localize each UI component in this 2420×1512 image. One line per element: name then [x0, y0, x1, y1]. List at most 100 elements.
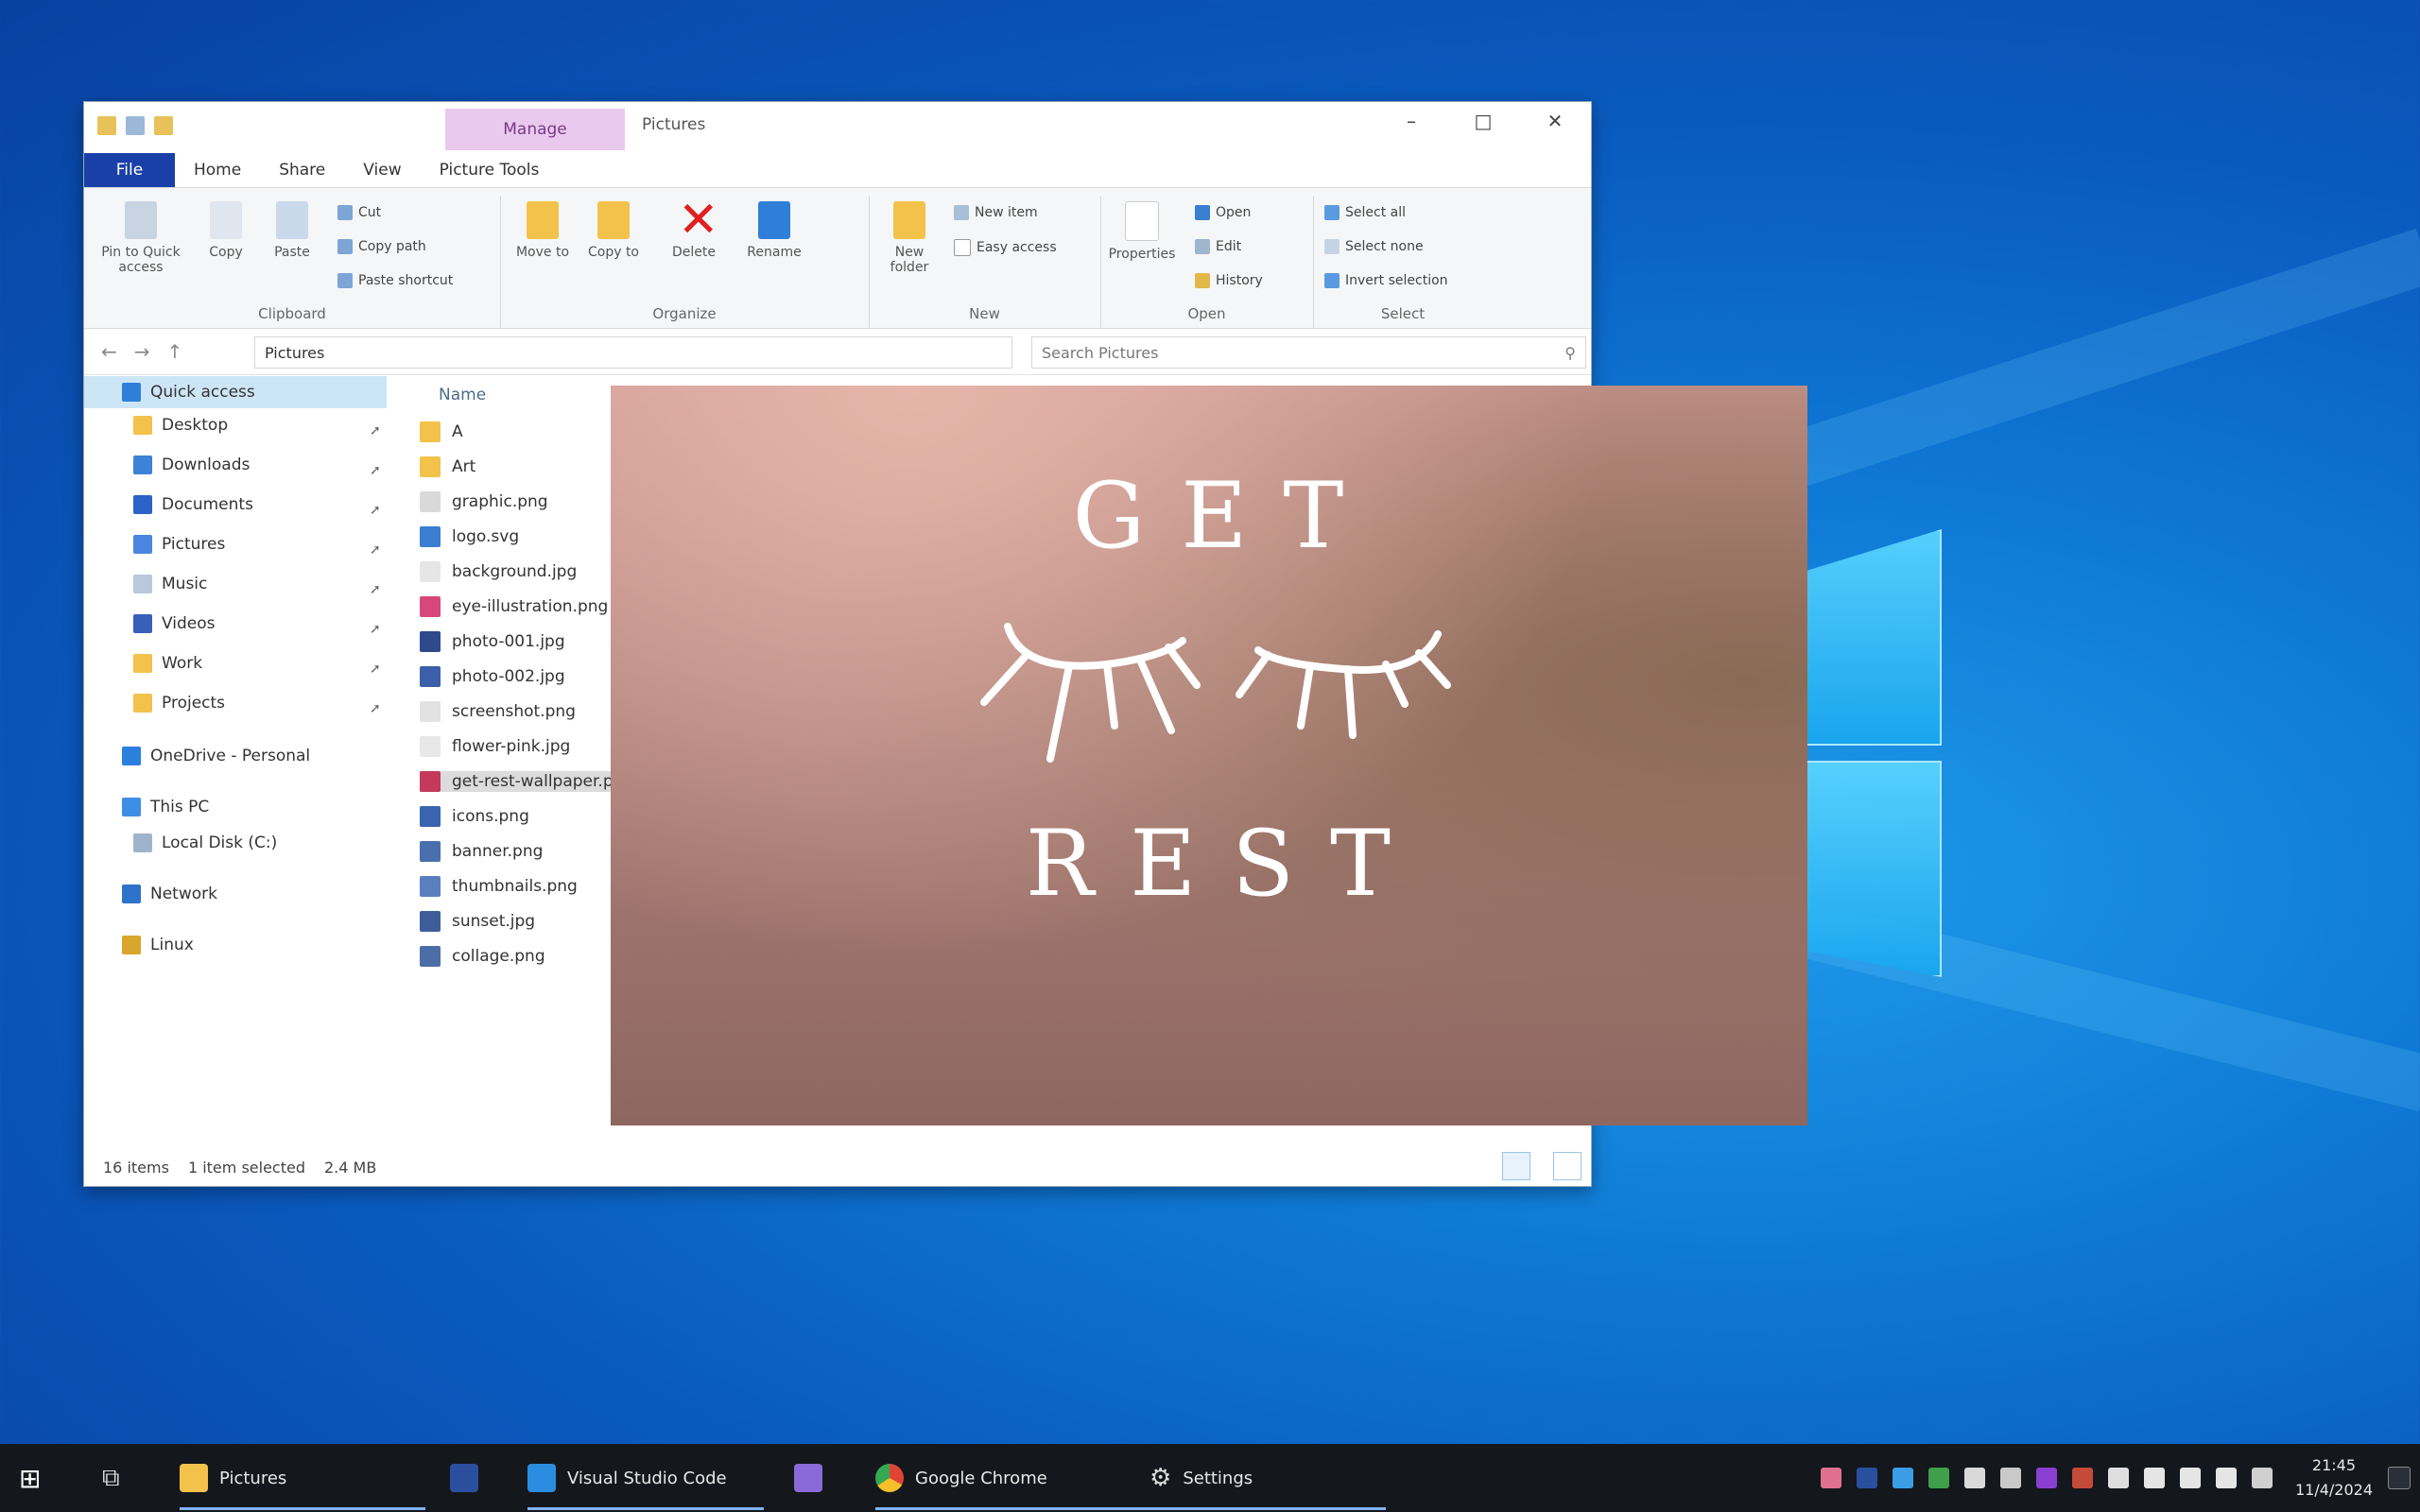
tray-app-icon[interactable]: [1820, 1468, 1841, 1488]
select-none-button[interactable]: Select none: [1324, 239, 1424, 254]
image-preview[interactable]: GET REST: [611, 386, 1807, 1125]
tray-app-icon[interactable]: [1892, 1468, 1913, 1488]
new-folder-icon[interactable]: [154, 116, 173, 135]
taskbar-item-app[interactable]: [794, 1444, 822, 1512]
title-bar[interactable]: Manage Pictures – □ ✕: [84, 102, 1591, 150]
list-item[interactable]: A: [420, 421, 463, 442]
tray-app-icon[interactable]: [1963, 1468, 1985, 1488]
list-item[interactable]: thumbnails.png: [420, 876, 578, 897]
copy-path-button[interactable]: Copy path: [337, 239, 426, 254]
paste-shortcut-button[interactable]: Paste shortcut: [337, 273, 453, 288]
nav-item-linux[interactable]: Linux: [122, 936, 194, 954]
nav-item-music[interactable]: Music: [133, 575, 207, 593]
list-item-selected[interactable]: get-rest-wallpaper.png: [420, 771, 644, 792]
tab-home[interactable]: Home: [175, 153, 260, 187]
select-all-button[interactable]: Select all: [1324, 205, 1406, 220]
nav-item-videos[interactable]: Videos: [133, 614, 216, 633]
list-item[interactable]: flower-pink.jpg: [420, 736, 570, 757]
taskbar-item-vscode[interactable]: Visual Studio Code: [527, 1444, 764, 1512]
tab-file[interactable]: File: [84, 153, 175, 187]
nav-item-this-pc[interactable]: This PC: [122, 798, 209, 816]
taskbar-item-explorer[interactable]: Pictures: [180, 1444, 425, 1512]
tab-share[interactable]: Share: [260, 153, 344, 187]
nav-item-pictures[interactable]: Pictures: [133, 535, 225, 554]
nav-item-network[interactable]: Network: [122, 885, 217, 903]
settings-icon: ⚙: [1150, 1464, 1172, 1492]
forward-icon[interactable]: →: [134, 340, 150, 363]
nav-item-projects[interactable]: Projects: [133, 694, 225, 713]
list-item[interactable]: background.jpg: [420, 561, 577, 582]
list-item[interactable]: icons.png: [420, 806, 529, 827]
edit-button[interactable]: Edit: [1195, 239, 1241, 254]
pin-icon: ➚: [370, 622, 381, 637]
open-button[interactable]: Open: [1195, 205, 1251, 220]
navigation-buttons: ← → ↑: [101, 340, 182, 363]
minimize-icon[interactable]: –: [1375, 102, 1447, 140]
volume-icon[interactable]: [2179, 1468, 2201, 1488]
tab-picture-tools[interactable]: Picture Tools: [421, 153, 559, 187]
list-item[interactable]: photo-001.jpg: [420, 631, 565, 652]
nav-item-downloads[interactable]: Downloads: [133, 455, 250, 474]
tray-app-icon[interactable]: [2071, 1468, 2093, 1488]
taskbar-item-chrome[interactable]: Google Chrome: [875, 1444, 1386, 1512]
history-button[interactable]: History: [1195, 273, 1263, 288]
start-button[interactable]: ⊞: [19, 1444, 41, 1512]
nav-item-local-disk[interactable]: Local Disk (C:): [133, 833, 277, 852]
list-item[interactable]: photo-002.jpg: [420, 666, 565, 687]
notification-icon[interactable]: [2388, 1467, 2411, 1489]
list-item[interactable]: eye-illustration.png: [420, 596, 608, 617]
new-folder-button[interactable]: New folder: [876, 201, 942, 275]
nav-item-onedrive[interactable]: OneDrive - Personal: [122, 747, 310, 765]
tray-app-icon[interactable]: [2035, 1468, 2057, 1488]
list-item[interactable]: screenshot.png: [420, 701, 576, 722]
tab-view[interactable]: View: [344, 153, 420, 187]
language-icon[interactable]: [2215, 1468, 2237, 1488]
taskbar-item-pinned[interactable]: [450, 1444, 478, 1512]
left-lash: [1103, 661, 1118, 730]
list-item[interactable]: Art: [420, 456, 475, 477]
network-icon[interactable]: [2143, 1468, 2165, 1488]
maximize-icon[interactable]: □: [1447, 102, 1519, 140]
rename-button[interactable]: Rename: [736, 201, 812, 260]
invert-selection-button[interactable]: Invert selection: [1324, 273, 1448, 288]
tray-app-icon[interactable]: [1927, 1468, 1949, 1488]
folder-icon[interactable]: [97, 116, 116, 135]
copy-button[interactable]: Copy: [198, 201, 254, 260]
taskbar-item-settings[interactable]: ⚙ Settings: [1150, 1444, 1253, 1512]
delete-button[interactable]: ✕ Delete: [656, 196, 732, 260]
back-icon[interactable]: ←: [101, 340, 117, 363]
paste-button[interactable]: Paste: [264, 201, 320, 260]
cut-button[interactable]: Cut: [337, 205, 381, 220]
battery-icon[interactable]: [2251, 1468, 2273, 1488]
pin-button[interactable]: Pin to Quick access: [94, 201, 188, 275]
list-item[interactable]: banner.png: [420, 841, 543, 862]
search-input[interactable]: Search Pictures ⚲: [1031, 336, 1586, 369]
list-item[interactable]: logo.svg: [420, 526, 519, 547]
move-to-button[interactable]: Move to: [510, 201, 576, 260]
tray-app-icon[interactable]: [1856, 1468, 1877, 1488]
list-item[interactable]: sunset.jpg: [420, 911, 535, 932]
easy-access-button[interactable]: Easy access: [954, 239, 1057, 256]
list-item[interactable]: graphic.png: [420, 491, 548, 512]
tray-app-icon[interactable]: [2107, 1468, 2129, 1488]
manage-context-tab[interactable]: Manage: [445, 109, 625, 150]
details-view-icon[interactable]: [1502, 1152, 1530, 1180]
task-view-button[interactable]: ⧉: [102, 1444, 120, 1512]
nav-item-documents[interactable]: Documents: [133, 495, 253, 514]
image-icon: [420, 911, 441, 932]
properties-button[interactable]: Properties: [1104, 201, 1180, 262]
address-field[interactable]: Pictures: [254, 336, 1012, 369]
up-icon[interactable]: ↑: [167, 340, 183, 363]
list-item[interactable]: collage.png: [420, 946, 545, 967]
nav-item-quick-access[interactable]: Quick access: [84, 376, 387, 408]
nav-item-desktop[interactable]: Desktop: [133, 416, 228, 435]
copy-to-button[interactable]: Copy to: [580, 201, 647, 260]
clock[interactable]: 21:45 11/4/2024: [2295, 1453, 2373, 1503]
new-item-button[interactable]: New item: [954, 205, 1038, 220]
nav-item-work[interactable]: Work: [133, 654, 202, 673]
close-icon[interactable]: ✕: [1519, 102, 1591, 140]
large-icons-view-icon[interactable]: [1553, 1152, 1582, 1180]
properties-icon[interactable]: [126, 116, 145, 135]
column-header-name[interactable]: Name: [439, 386, 486, 404]
tray-app-icon[interactable]: [1999, 1468, 2021, 1488]
